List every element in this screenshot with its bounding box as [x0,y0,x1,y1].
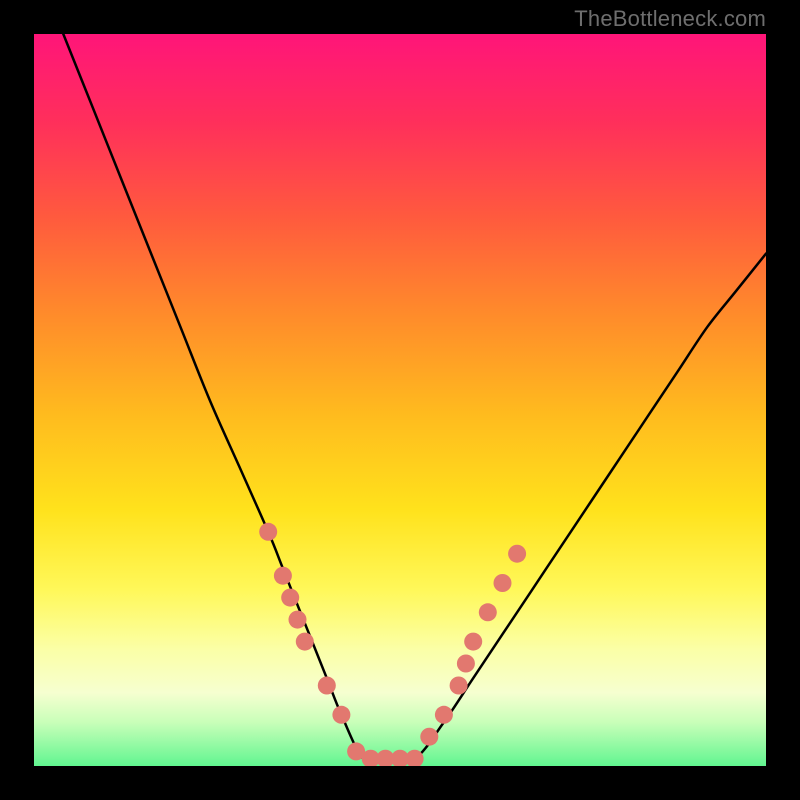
outer-frame: TheBottleneck.com [0,0,800,800]
watermark-label: TheBottleneck.com [574,6,766,32]
plot-area [34,34,766,766]
